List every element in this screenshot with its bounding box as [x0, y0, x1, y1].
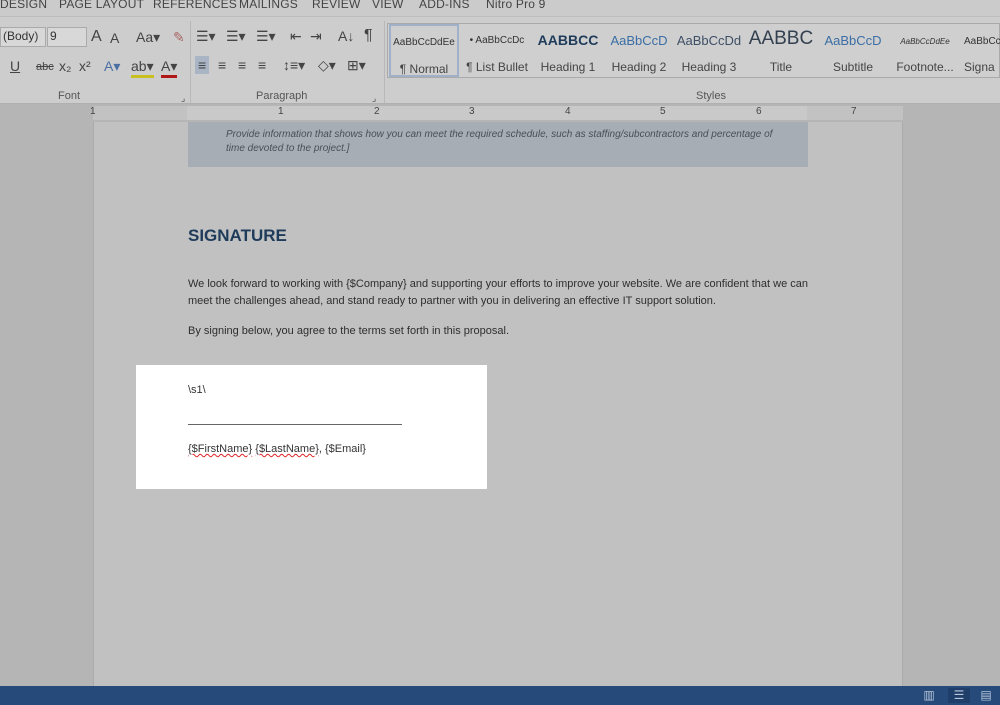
font-name-dropdown[interactable]: (Body) [0, 27, 46, 47]
ruler-tick: 6 [756, 106, 762, 117]
signature-line [188, 424, 402, 425]
ruler-tick: 3 [469, 106, 475, 117]
styles-gallery: AaBbCcDdEe ¶ Normal • AaBbCcDc ¶ List Bull… [387, 23, 1000, 78]
style-footnote[interactable]: AaBbCcDdEe Footnote... [891, 24, 959, 77]
signer-info: {$FirstName} {$LastName}, {$Email} [188, 443, 366, 455]
style-name: Title [769, 60, 793, 74]
style-preview: AaBbCcDd [676, 33, 742, 48]
style-preview: AaBbCcDdEe [900, 37, 950, 46]
font-size-value: 9 [50, 29, 57, 43]
ruler-tick: 7 [851, 106, 857, 117]
web-layout-icon[interactable]: ▤ [975, 688, 997, 703]
paragraph-dialog-launcher-icon[interactable]: ⌟ [372, 89, 376, 107]
shrink-font-icon[interactable]: A [110, 29, 119, 47]
bullets-icon[interactable]: ☰▾ [196, 27, 216, 45]
signature-tag: \s1\ [188, 384, 206, 396]
clear-format-icon[interactable]: ✎ [173, 28, 185, 46]
style-subtitle[interactable]: AaBbCcD Subtitle [820, 24, 886, 77]
align-left-icon[interactable]: ≡ [195, 56, 210, 74]
ribbon-tabs: DESIGN PAGE LAYOUT REFERENCES MAILINGS R… [0, 0, 1000, 16]
ruler-tick: 1 [90, 106, 96, 117]
align-center-icon[interactable]: ≡ [218, 56, 226, 74]
last-name-field: {$LastName} [255, 443, 319, 455]
style-name: Footnote... [896, 60, 954, 74]
section-heading: SIGNATURE [188, 226, 287, 245]
email-field: , {$Email} [318, 443, 366, 455]
body-paragraph: By signing below, you agree to the terms… [188, 325, 510, 337]
style-preview: AABBCC [537, 32, 599, 48]
style-title[interactable]: AABBC Title [748, 24, 814, 77]
font-group-label: Font [58, 90, 81, 102]
show-formatting-icon[interactable]: ¶ [364, 27, 373, 45]
numbering-icon[interactable]: ☰▾ [226, 27, 246, 45]
ruler-tick: 2 [374, 106, 380, 117]
paragraph-group-label: Paragraph [256, 90, 308, 102]
superscript-icon[interactable]: x² [79, 57, 91, 75]
tab-nitro[interactable]: Nitro Pro 9 [486, 0, 546, 11]
borders-icon[interactable]: ⊞▾ [347, 56, 366, 74]
tab-add-ins[interactable]: ADD-INS [419, 0, 470, 11]
body-paragraph: We look forward to working with {$Compan… [188, 278, 808, 307]
grow-font-icon[interactable]: A [91, 28, 102, 46]
style-preview: AaBbCcD [824, 33, 882, 48]
ruler-tick: 5 [660, 106, 666, 117]
styles-group-label: Styles [696, 90, 726, 102]
font-name-value: (Body) [3, 29, 39, 43]
style-preview: AaBbCcDdEe [393, 37, 455, 48]
style-name: ¶ Normal [399, 62, 449, 76]
tab-references[interactable]: REFERENCES [153, 0, 237, 11]
style-heading-2[interactable]: AaBbCcD Heading 2 [604, 24, 674, 77]
style-preview: AaBbCc [964, 36, 1000, 47]
style-preview: • AaBbCcDc [469, 35, 525, 46]
horizontal-ruler[interactable]: 1 2 3 4 5 6 7 1 [90, 106, 903, 120]
change-case-icon[interactable]: Aa▾ [136, 28, 160, 46]
style-heading-3[interactable]: AaBbCcDd Heading 3 [676, 24, 742, 77]
style-name: Heading 3 [681, 60, 737, 74]
highlight-icon[interactable]: ab▾ [131, 57, 154, 78]
ribbon: (Body) 9 A A Aa▾ ✎ U abc x₂ x² A▾ ab▾ A▾… [0, 16, 1000, 104]
text-effects-icon[interactable]: A▾ [104, 57, 120, 75]
font-size-dropdown[interactable]: 9 [47, 27, 87, 47]
instruction-block: Provide information that shows how you c… [188, 122, 808, 167]
multilevel-list-icon[interactable]: ☰▾ [256, 27, 276, 45]
increase-indent-icon[interactable]: ⇥ [310, 27, 322, 45]
first-name-field: {$FirstName} [188, 443, 253, 455]
tab-mailings[interactable]: MAILINGS [239, 0, 298, 11]
line-spacing-icon[interactable]: ↕≡▾ [283, 56, 305, 74]
underline-icon[interactable]: U [10, 57, 20, 75]
style-heading-1[interactable]: AABBCC Heading 1 [535, 24, 601, 77]
read-mode-icon[interactable]: ▥ [918, 688, 940, 703]
style-preview: AaBbCcD [610, 33, 668, 48]
ruler-tick: 1 [278, 106, 284, 117]
tab-design[interactable]: DESIGN [0, 0, 47, 11]
font-dialog-launcher-icon[interactable]: ⌟ [181, 89, 185, 107]
divider [384, 21, 385, 103]
justify-icon[interactable]: ≡ [258, 56, 266, 74]
status-bar: ▥ ☰ ▤ [0, 686, 1000, 705]
style-name: Heading 1 [540, 60, 596, 74]
instruction-text: Provide information that shows how you c… [226, 129, 773, 154]
subscript-icon[interactable]: x₂ [59, 57, 71, 75]
strikethrough-icon[interactable]: abc [36, 58, 54, 76]
style-preview: AABBC [748, 28, 814, 49]
style-list-bullet[interactable]: • AaBbCcDc ¶ List Bullet [461, 24, 533, 77]
style-normal[interactable]: AaBbCcDdEe ¶ Normal [389, 24, 459, 77]
style-name: ¶ List Bullet [466, 60, 528, 74]
style-name: Heading 2 [611, 60, 667, 74]
divider [190, 21, 191, 103]
decrease-indent-icon[interactable]: ⇤ [290, 27, 302, 45]
shading-icon[interactable]: ◇▾ [318, 56, 336, 74]
tab-page-layout[interactable]: PAGE LAYOUT [59, 0, 144, 11]
ruler-tick: 4 [565, 106, 571, 117]
font-color-icon[interactable]: A▾ [161, 57, 178, 78]
style-name: Signa [964, 60, 995, 74]
style-name: Subtitle [832, 60, 874, 74]
signature-block: \s1\ {$FirstName} {$LastName}, {$Email} [136, 365, 487, 489]
print-layout-icon[interactable]: ☰ [948, 688, 970, 703]
align-right-icon[interactable]: ≡ [238, 56, 246, 74]
style-signature[interactable]: AaBbCc Signa [961, 24, 1000, 77]
tab-view[interactable]: VIEW [372, 0, 403, 11]
sort-icon[interactable]: A↓ [338, 27, 354, 45]
tab-review[interactable]: REVIEW [312, 0, 361, 11]
